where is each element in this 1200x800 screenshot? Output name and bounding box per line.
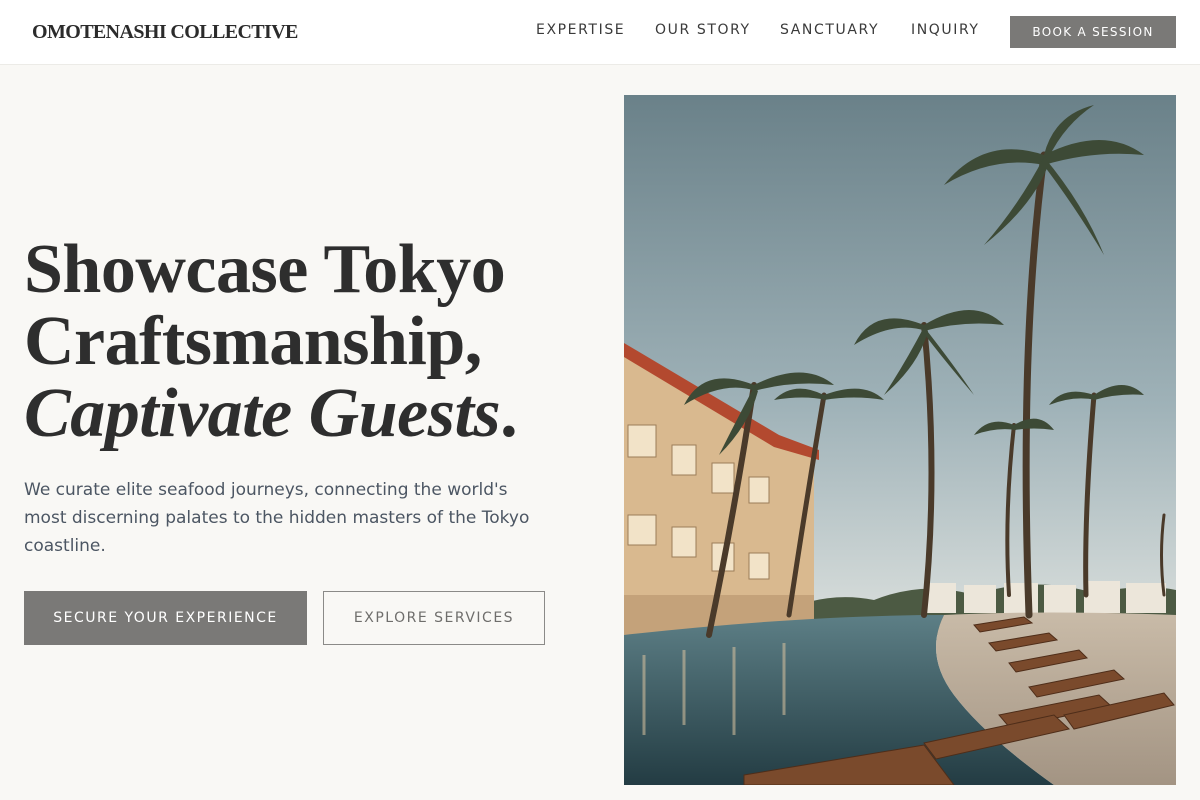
secure-experience-button[interactable]: SECURE YOUR EXPERIENCE — [24, 591, 307, 645]
brand-logo[interactable]: OMOTENASHI COLLECTIVE — [32, 19, 298, 45]
explore-services-button[interactable]: EXPLORE SERVICES — [323, 591, 545, 645]
hero-subtitle: We curate elite seafood journeys, connec… — [24, 480, 530, 556]
site-header: OMOTENASHI COLLECTIVE EXPERTISE OUR STOR… — [0, 0, 1200, 65]
nav-link-sanctuary[interactable]: SANCTUARY — [780, 21, 879, 39]
hero-title-period: . — [500, 375, 518, 452]
hero-title-line-1: Showcase Tokyo — [24, 231, 506, 308]
hero-title-line-2: Craftsmanship, — [24, 303, 482, 380]
nav-link-our-story[interactable]: OUR STORY — [655, 21, 751, 39]
book-session-button[interactable]: BOOK A SESSION — [1010, 16, 1176, 48]
nav-link-inquiry[interactable]: INQUIRY — [911, 21, 980, 39]
hero-title-italic: Captivate Guests — [24, 375, 501, 452]
hero-title: Showcase Tokyo Craftsmanship, Captivate … — [24, 234, 604, 450]
hero-resort-image — [624, 95, 1176, 785]
nav-link-expertise[interactable]: EXPERTISE — [536, 21, 625, 39]
resort-pool-palms-illustration — [624, 95, 1176, 785]
hero-title-line-3: Captivate Guests. — [24, 378, 604, 450]
